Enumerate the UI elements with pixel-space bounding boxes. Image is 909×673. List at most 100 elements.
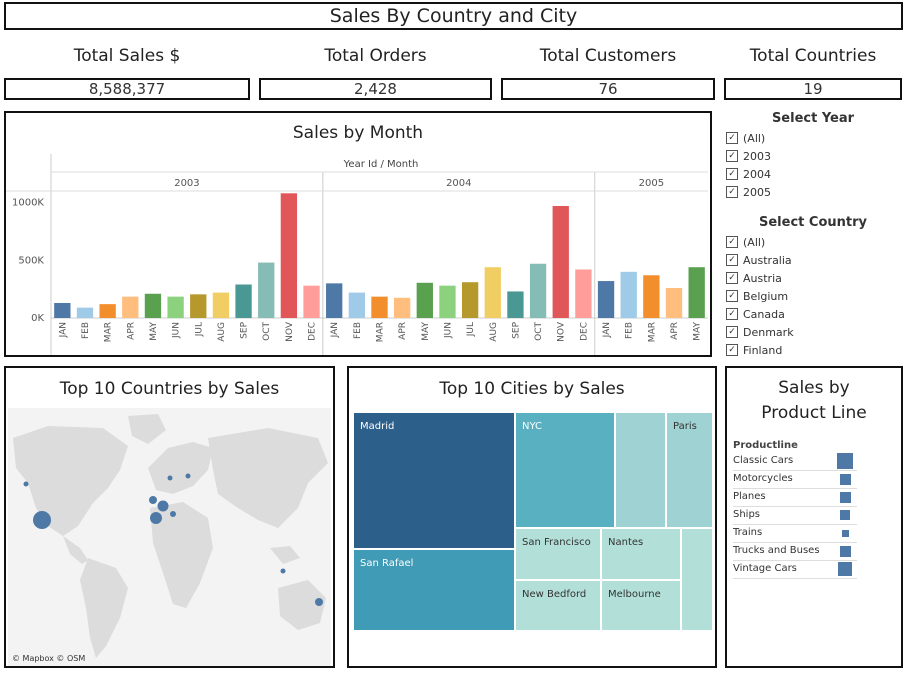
bar-2003-jan[interactable] [54, 302, 71, 318]
treemap-cell-melbourne[interactable]: Melbourne [601, 580, 681, 631]
cities-treemap: Madrid San Rafael NYC Paris San Francisc… [353, 412, 713, 631]
map-point-singapore[interactable] [280, 568, 286, 574]
product-line-marker[interactable] [837, 453, 853, 469]
product-line-marker[interactable] [839, 491, 851, 503]
country-option-label: Austria [743, 271, 782, 285]
bar-2003-oct[interactable] [258, 262, 275, 318]
bar-2003-sep[interactable] [235, 284, 252, 318]
bar-2004-apr[interactable] [393, 297, 411, 318]
map-point-usa[interactable] [33, 511, 51, 529]
bar-2003-mar[interactable] [99, 304, 116, 318]
cities-treemap-panel: Top 10 Cities by Sales Madrid San Rafael… [347, 366, 717, 668]
map-point-norway[interactable] [167, 475, 173, 481]
bar-2004-oct[interactable] [529, 263, 547, 318]
bar-2005-feb[interactable] [620, 271, 637, 318]
bar-2005-jan[interactable] [597, 281, 615, 318]
country-option-australia[interactable]: ✓ Australia [726, 251, 904, 269]
bar-2004-sep[interactable] [507, 291, 524, 318]
product-line-row[interactable]: Ships [733, 506, 857, 525]
year-option-2004[interactable]: ✓ 2004 [726, 165, 904, 183]
bar-2005-may[interactable] [688, 267, 705, 318]
treemap-cell-nantes[interactable]: Nantes [601, 528, 681, 580]
bar-2004-jan[interactable] [326, 283, 343, 318]
country-option-austria[interactable]: ✓ Austria [726, 269, 904, 287]
bar-2004-mar[interactable] [371, 296, 388, 318]
year-option-2003[interactable]: ✓ 2003 [726, 147, 904, 165]
product-line-row[interactable]: Trucks and Buses [733, 542, 857, 561]
world-map[interactable] [8, 408, 331, 666]
bar-2003-nov[interactable] [280, 193, 298, 318]
year-option-all[interactable]: ✓ (All) [726, 129, 904, 147]
checkbox-checked-icon[interactable]: ✓ [726, 150, 738, 162]
product-line-marker[interactable] [839, 545, 851, 557]
bar-2004-jun[interactable] [439, 285, 456, 318]
bar-2004-jul[interactable] [461, 282, 479, 318]
map-point-australia[interactable] [315, 598, 323, 606]
product-line-marker[interactable] [838, 562, 852, 576]
checkbox-checked-icon[interactable]: ✓ [726, 308, 738, 320]
bar-2003-dec[interactable] [303, 285, 320, 318]
checkbox-checked-icon[interactable]: ✓ [726, 186, 738, 198]
checkbox-checked-icon[interactable]: ✓ [726, 254, 738, 266]
bar-2003-may[interactable] [144, 293, 162, 318]
country-option-finland[interactable]: ✓ Finland [726, 341, 904, 358]
checkbox-checked-icon[interactable]: ✓ [726, 326, 738, 338]
product-line-row[interactable]: Motorcycles [733, 470, 857, 489]
product-line-list: Classic Cars Motorcycles Planes Ships Trains… [733, 452, 893, 582]
map-point-spain[interactable] [150, 512, 162, 524]
product-line-marker[interactable] [839, 473, 851, 485]
x-tick-label: SEP [511, 321, 521, 338]
checkbox-checked-icon[interactable]: ✓ [726, 168, 738, 180]
country-option-all[interactable]: ✓ (All) [726, 233, 904, 251]
map-point-uk[interactable] [149, 496, 157, 504]
map-point-italy[interactable] [170, 511, 176, 517]
x-tick-label: DEC [308, 322, 318, 341]
bar-2003-jul[interactable] [190, 294, 207, 318]
country-option-canada[interactable]: ✓ Canada [726, 305, 904, 323]
treemap-cell-unlabeled-1[interactable] [615, 412, 666, 528]
checkbox-checked-icon[interactable]: ✓ [726, 344, 738, 356]
bar-2005-mar[interactable] [643, 275, 660, 318]
x-tick-label: FEB [625, 322, 635, 339]
bar-2004-may[interactable] [416, 282, 433, 318]
product-line-marker[interactable] [841, 529, 849, 537]
product-line-row[interactable]: Classic Cars [733, 452, 857, 471]
checkbox-checked-icon[interactable]: ✓ [726, 272, 738, 284]
treemap-cell-madrid[interactable]: Madrid [353, 412, 515, 549]
country-option-belgium[interactable]: ✓ Belgium [726, 287, 904, 305]
y-tick-label: 500K [18, 255, 44, 266]
country-option-label: Belgium [743, 289, 789, 303]
product-line-row[interactable]: Planes [733, 488, 857, 507]
bar-2003-apr[interactable] [122, 296, 139, 318]
kpi-value-total-orders: 2,428 [259, 78, 492, 100]
cities-treemap-title: Top 10 Cities by Sales [439, 379, 625, 399]
checkbox-checked-icon[interactable]: ✓ [726, 236, 738, 248]
x-tick-label: OCT [262, 322, 272, 341]
treemap-cell-san-rafael[interactable]: San Rafael [353, 549, 515, 631]
treemap-cell-new-bedford[interactable]: New Bedford [515, 580, 601, 631]
country-option-denmark[interactable]: ✓ Denmark [726, 323, 904, 341]
sales-by-month-chart[interactable]: Year Id / Month JAN FEB MAR APR MAY JUN JUL AUG… [6, 113, 710, 355]
treemap-cell-unlabeled-2[interactable] [681, 528, 713, 631]
bar-2004-aug[interactable] [484, 267, 501, 318]
treemap-cell-nyc[interactable]: NYC [515, 412, 615, 528]
bar-2003-jun[interactable] [167, 296, 184, 318]
map-point-finland[interactable] [185, 473, 191, 479]
treemap-cell-paris[interactable]: Paris [666, 412, 713, 528]
product-line-row[interactable]: Trains [733, 524, 857, 543]
x-tick-label: NOV [557, 321, 567, 342]
year-option-2005[interactable]: ✓ 2005 [726, 183, 904, 201]
bar-2004-nov[interactable] [552, 206, 569, 318]
product-line-row[interactable]: Vintage Cars [733, 560, 857, 579]
product-line-marker[interactable] [840, 510, 850, 520]
bar-2004-feb[interactable] [348, 292, 366, 318]
treemap-cell-san-francisco[interactable]: San Francisco [515, 528, 601, 580]
checkbox-checked-icon[interactable]: ✓ [726, 290, 738, 302]
checkbox-checked-icon[interactable]: ✓ [726, 132, 738, 144]
bar-2003-aug[interactable] [212, 292, 230, 318]
map-point-france[interactable] [157, 500, 169, 512]
bar-2005-apr[interactable] [665, 287, 683, 318]
bar-2004-dec[interactable] [575, 269, 592, 318]
map-point-canada[interactable] [23, 481, 29, 487]
bar-2003-feb[interactable] [76, 307, 94, 318]
